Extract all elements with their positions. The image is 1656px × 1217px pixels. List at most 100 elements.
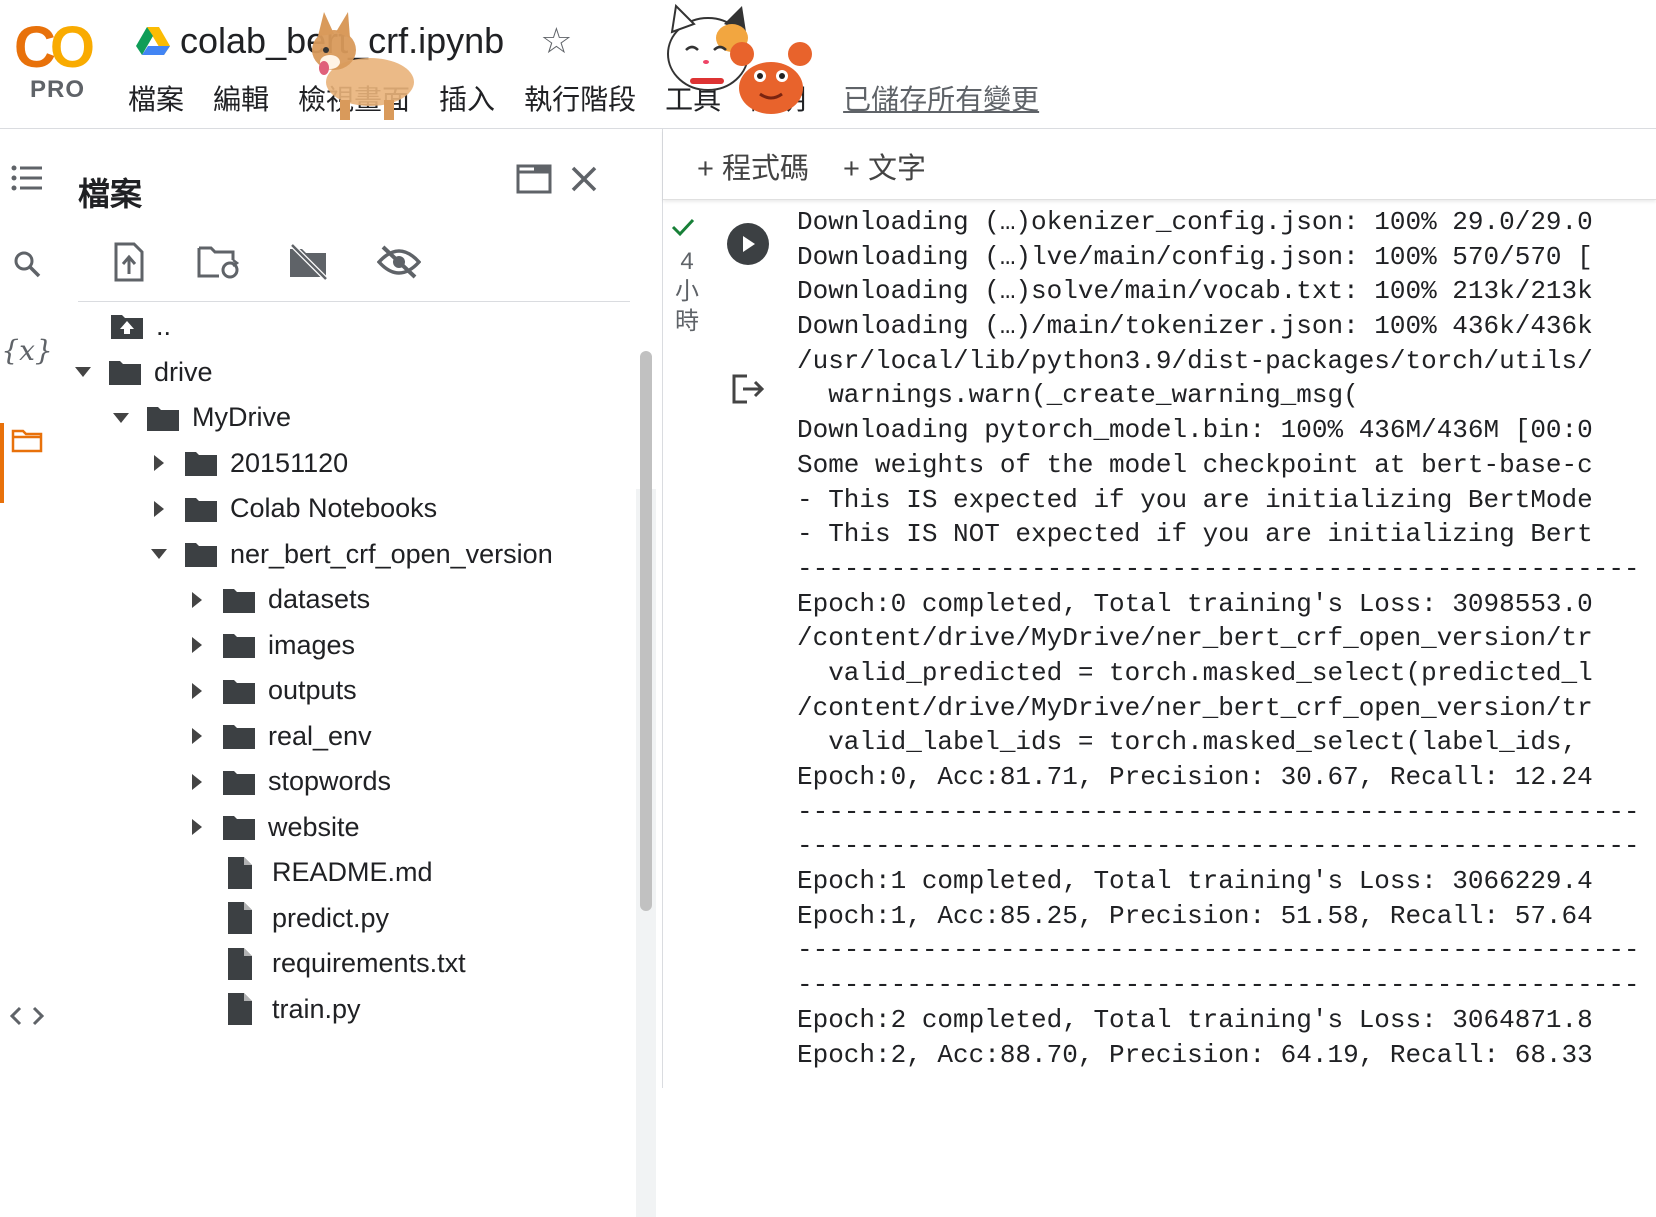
output-line: Epoch:1 completed, Total training's Loss… [797, 866, 1593, 897]
caret-right-icon[interactable] [148, 452, 170, 474]
tree-item-label: README.md [272, 857, 433, 887]
tree-item-label: real_env [268, 720, 372, 751]
output-line: /usr/local/lib/python3.9/dist-packages/t… [797, 345, 1593, 376]
folder-row[interactable]: Colab Notebooks [148, 486, 437, 532]
folder-row[interactable]: ner_bert_crf_open_version [148, 531, 553, 577]
save-status-link[interactable]: 已儲存所有變更 [843, 78, 1039, 118]
caret-right-icon[interactable] [186, 680, 208, 702]
parent-directory[interactable]: .. [110, 303, 171, 349]
age-number: 4 [680, 248, 694, 275]
notebook-editor: + 程式碼 + 文字 4 小 時 Downloading (…)okenizer… [663, 129, 1656, 1088]
folder-row[interactable]: drive [72, 349, 213, 395]
output-line: ----------------------------------------… [797, 553, 1640, 584]
folder-row[interactable]: website [186, 804, 360, 850]
output-line: - This IS expected if you are initializi… [797, 484, 1593, 515]
output-line: /content/drive/MyDrive/ner_bert_crf_open… [797, 623, 1593, 654]
execution-time-label: 4 小 時 [675, 247, 699, 337]
output-line: Epoch:2, Acc:88.70, Precision: 64.19, Re… [797, 1039, 1593, 1070]
folder-icon [184, 494, 218, 524]
folder-icon [222, 812, 256, 842]
colab-pro-logo[interactable]: CO PRO [14, 18, 98, 108]
search-icon[interactable] [10, 247, 44, 281]
tree-item-label: stopwords [268, 766, 392, 796]
file-toolbar [104, 237, 464, 287]
add-text-button[interactable]: + 文字 [843, 145, 926, 187]
run-cell-button[interactable] [727, 223, 769, 265]
file-row[interactable]: train.py [186, 986, 361, 1032]
folder-icon [184, 448, 218, 478]
unmount-drive-icon[interactable] [284, 237, 334, 287]
file-row[interactable]: README.md [186, 850, 433, 896]
folder-row[interactable]: 20151120 [148, 440, 348, 486]
open-in-tab-icon[interactable] [512, 157, 556, 201]
code-snippets-icon[interactable] [10, 999, 44, 1033]
variables-icon[interactable]: {x} [1, 333, 52, 367]
menu-insert[interactable]: 插入 [439, 78, 495, 118]
folder-icon [222, 721, 256, 751]
output-line: ----------------------------------------… [797, 970, 1640, 1001]
star-icon[interactable]: ☆ [540, 20, 572, 62]
file-icon [226, 902, 260, 934]
folder-row[interactable]: datasets [186, 577, 370, 623]
folder-row[interactable]: real_env [186, 713, 372, 759]
output-line: warnings.warn(_create_warning_msg( [797, 380, 1359, 411]
tree-item-label: drive [154, 356, 213, 387]
tree-item-label: predict.py [272, 902, 390, 933]
file-icon [226, 947, 260, 980]
close-panel-icon[interactable] [562, 157, 606, 201]
output-line: Some weights of the model checkpoint at … [797, 449, 1593, 480]
tree-item-label: Colab Notebooks [230, 493, 438, 523]
tree-item-label: train.py [272, 993, 361, 1024]
output-line: /content/drive/MyDrive/ner_bert_crf_open… [797, 692, 1593, 723]
tree-item-label: images [268, 629, 356, 660]
output-actions-icon[interactable] [731, 373, 771, 413]
caret-down-icon[interactable] [72, 361, 94, 383]
menu-file[interactable]: 檔案 [128, 78, 184, 118]
add-code-button[interactable]: + 程式碼 [697, 145, 809, 187]
left-rail: {x} [0, 129, 54, 1088]
output-line: Epoch:0, Acc:81.71, Precision: 30.67, Re… [797, 762, 1593, 792]
output-line: valid_label_ids = torch.masked_select(la… [797, 727, 1593, 758]
output-line: Downloading (…)/main/tokenizer.json: 100… [797, 311, 1593, 342]
play-icon [743, 236, 755, 252]
age-unit-1: 小 [675, 278, 699, 305]
menu-edit[interactable]: 編輯 [213, 78, 269, 118]
folder-row[interactable]: MyDrive [110, 395, 291, 441]
logo-badge: PRO [30, 76, 86, 103]
output-line: Downloading pytorch_model.bin: 100% 436M… [797, 415, 1593, 446]
folder-up-icon [110, 311, 144, 341]
files-folder-icon[interactable] [10, 423, 44, 457]
caret-down-icon[interactable] [110, 407, 132, 429]
tree-item-label: requirements.txt [272, 948, 466, 978]
caret-right-icon[interactable] [186, 771, 208, 793]
file-row[interactable]: predict.py [186, 895, 389, 941]
hide-files-icon[interactable] [374, 237, 424, 287]
caret-right-icon[interactable] [186, 725, 208, 747]
table-of-contents-icon[interactable] [10, 161, 44, 195]
menu-runtime[interactable]: 執行階段 [524, 78, 636, 118]
caret-down-icon[interactable] [148, 543, 170, 565]
folder-row[interactable]: stopwords [186, 759, 391, 805]
folder-row[interactable]: images [186, 622, 355, 668]
folder-icon [222, 630, 256, 660]
caret-right-icon[interactable] [186, 634, 208, 656]
file-tree-scrollbar[interactable] [640, 351, 652, 911]
file-row[interactable]: requirements.txt [186, 941, 466, 987]
refresh-folder-icon[interactable] [194, 237, 244, 287]
upload-file-icon[interactable] [104, 237, 154, 287]
google-drive-icon[interactable] [136, 27, 170, 55]
folder-row[interactable]: outputs [186, 668, 357, 714]
output-line: - This IS NOT expected if you are initia… [797, 519, 1593, 550]
folder-icon [222, 767, 256, 797]
output-line: Downloading (…)lve/main/config.json: 100… [797, 241, 1593, 272]
output-line: valid_predicted = torch.masked_select(pr… [797, 657, 1593, 688]
caret-right-icon[interactable] [186, 816, 208, 838]
caret-right-icon[interactable] [186, 589, 208, 611]
output-line: Epoch:0 completed, Total training's Loss… [797, 588, 1593, 619]
logo-text: CO [14, 15, 95, 80]
caret-right-icon[interactable] [148, 498, 170, 520]
